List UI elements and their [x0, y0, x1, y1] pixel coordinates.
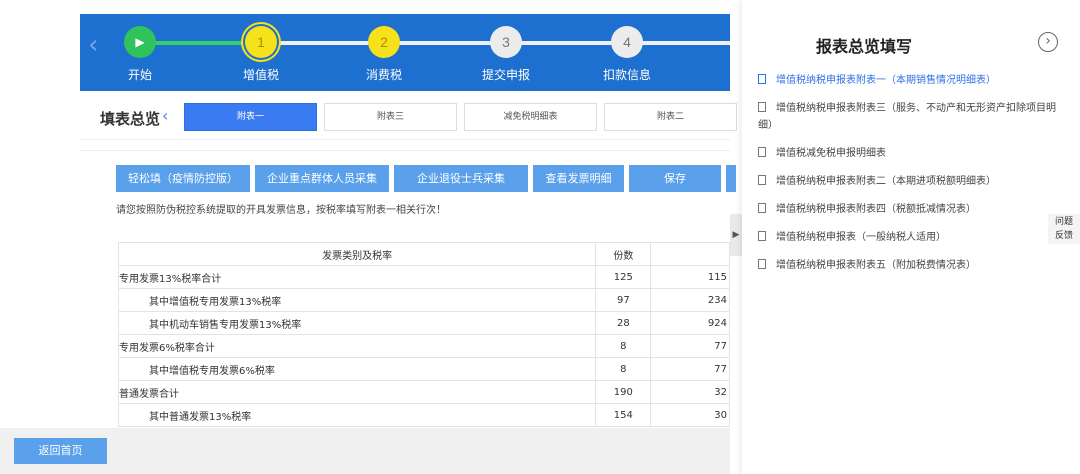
save-button[interactable]: 保存: [629, 165, 721, 192]
page-background: [0, 0, 80, 474]
form-list: 增值税纳税申报表附表一（本期销售情况明细表） 增值税纳税申报表附表三（服务、不动…: [758, 72, 1062, 285]
form-link-main-return[interactable]: 增值税纳税申报表（一般纳税人适用）: [758, 229, 1062, 246]
form-tabs-row: 填表总览 ‹ 附表一 附表三 减免税明细表 附表二: [80, 96, 737, 140]
table-row: 其中增值税专用发票13%税率 97 234: [117, 288, 730, 312]
document-icon: [758, 147, 766, 157]
row-count: 154: [595, 403, 652, 427]
row-count: 8: [595, 357, 652, 381]
drawer-toggle-handle[interactable]: ▶: [730, 214, 742, 256]
return-home-button[interactable]: 返回首页: [14, 438, 107, 464]
row-category: 普通发票合计: [117, 380, 597, 404]
step-submit[interactable]: 3 提交申报: [456, 26, 556, 83]
step-number: 2: [368, 26, 400, 58]
row-category: 其中增值税专用发票13%税率: [117, 288, 597, 312]
feedback-tab[interactable]: 问题 反馈: [1048, 214, 1080, 244]
form-link-tax-relief[interactable]: 增值税减免税申报明细表: [758, 145, 1062, 162]
step-label: 扣款信息: [602, 68, 651, 82]
tab-schedule-3[interactable]: 附表三: [324, 103, 457, 131]
table-row: 其中机动车销售专用发票13%税率 28 924: [117, 311, 730, 335]
veteran-collect-button[interactable]: 企业退役士兵采集: [394, 165, 528, 192]
table-row: 其中普通发票13%税率 154 30: [117, 403, 730, 427]
feedback-label-2: 反馈: [1054, 231, 1073, 241]
row-count: 125: [595, 265, 652, 289]
header-amount: [650, 242, 730, 266]
tabs-title: 填表总览: [100, 110, 161, 128]
table-row: 其中增值税专用发票6%税率 8 77: [117, 357, 730, 381]
step-number: 4: [611, 26, 643, 58]
tab-tax-relief-detail[interactable]: 减免税明细表: [464, 103, 597, 131]
row-amount: 234: [650, 288, 730, 312]
notice-text: 请您按照防伪税控系统提取的开具发票信息，按税率填写附表一相关行次！: [116, 205, 446, 216]
overview-drawer: 报表总览填写 › 增值税纳税申报表附表一（本期销售情况明细表） 增值税纳税申报表…: [742, 0, 1080, 474]
row-count: 28: [595, 311, 652, 335]
document-icon: [758, 259, 766, 269]
form-link-label: 增值税纳税申报表附表一（本期销售情况明细表）: [776, 75, 996, 86]
form-link-label: 增值税纳税申报表附表四（税额抵减情况表）: [776, 204, 976, 215]
document-icon: [758, 102, 766, 112]
document-icon: [758, 203, 766, 213]
step-label: 消费税: [365, 68, 402, 82]
step-number: 1: [245, 26, 277, 58]
step-vat[interactable]: 1 增值税: [211, 26, 311, 83]
row-count: 97: [595, 288, 652, 312]
row-amount: 115: [650, 265, 730, 289]
row-amount: 924: [650, 311, 730, 335]
bottom-bar: 返回首页: [0, 428, 730, 474]
view-invoice-detail-button[interactable]: 查看发票明细: [533, 165, 624, 192]
row-count: 8: [595, 334, 652, 358]
document-icon: [758, 231, 766, 241]
key-group-collect-button[interactable]: 企业重点群体人员采集: [255, 165, 389, 192]
form-link-label: 增值税纳税申报表附表二（本期进项税额明细表）: [776, 176, 996, 187]
form-link-label: 增值税纳税申报表（一般纳税人适用）: [776, 232, 946, 243]
feedback-label-1: 问题: [1054, 217, 1073, 227]
close-drawer-icon[interactable]: ›: [1038, 32, 1058, 52]
step-label: 增值税: [242, 68, 279, 82]
row-amount: 30: [650, 403, 730, 427]
form-link-schedule-5[interactable]: 增值税纳税申报表附表五（附加税费情况表）: [758, 257, 1062, 274]
progress-stepbar: ‹ ▶ 开始 1 增值税 2 消费税 3 提交申报 4 扣款信息: [80, 14, 730, 91]
row-amount: 77: [650, 334, 730, 358]
form-link-schedule-3[interactable]: 增值税纳税申报表附表三（服务、不动产和无形资产扣除项目明细）: [758, 100, 1062, 134]
step-label: 提交申报: [481, 68, 530, 82]
header-category: 发票类别及税率: [117, 242, 597, 266]
document-icon: [758, 74, 766, 84]
form-link-label: 增值税减免税申报明细表: [776, 148, 886, 159]
step-number: 3: [490, 26, 522, 58]
table-header-row: 发票类别及税率 份数: [117, 242, 730, 266]
drawer-title: 报表总览填写: [816, 37, 913, 56]
form-link-schedule-1[interactable]: 增值税纳税申报表附表一（本期销售情况明细表）: [758, 72, 1062, 89]
row-category: 其中增值税专用发票6%税率: [117, 357, 597, 381]
easy-fill-button[interactable]: 轻松填（疫情防控版）: [116, 165, 250, 192]
table-row: 普通发票合计 190 32: [117, 380, 730, 404]
play-icon: ▶: [124, 26, 156, 58]
form-content: 轻松填（疫情防控版） 企业重点群体人员采集 企业退役士兵采集 查看发票明细 保存…: [80, 150, 736, 430]
step-payment[interactable]: 4 扣款信息: [577, 26, 677, 83]
step-label: 开始: [127, 68, 152, 82]
table-row: 专用发票13%税率合计 125 115: [117, 265, 730, 289]
document-icon: [758, 175, 766, 185]
form-link-label: 增值税纳税申报表附表三（服务、不动产和无形资产扣除项目明细）: [758, 103, 1056, 131]
chevron-left-icon[interactable]: ‹: [162, 106, 168, 125]
row-category: 专用发票6%税率合计: [117, 334, 597, 358]
row-count: 190: [595, 380, 652, 404]
step-consumption-tax[interactable]: 2 消费税: [334, 26, 434, 83]
row-amount: 32: [650, 380, 730, 404]
form-link-label: 增值税纳税申报表附表五（附加税费情况表）: [776, 260, 976, 271]
table-row: 专用发票6%税率合计 8 77: [117, 334, 730, 358]
form-link-schedule-4[interactable]: 增值税纳税申报表附表四（税额抵减情况表）: [758, 201, 1062, 218]
row-category: 其中普通发票13%税率: [117, 403, 597, 427]
invoice-table: 发票类别及税率 份数 专用发票13%税率合计 125 115 其中增值税专用发票…: [117, 242, 730, 427]
row-amount: 77: [650, 357, 730, 381]
more-button[interactable]: [726, 165, 736, 192]
tab-schedule-1[interactable]: 附表一: [184, 103, 317, 131]
row-category: 专用发票13%税率合计: [117, 265, 597, 289]
header-count: 份数: [595, 242, 652, 266]
tab-schedule-2[interactable]: 附表二: [604, 103, 737, 131]
form-link-schedule-2[interactable]: 增值税纳税申报表附表二（本期进项税额明细表）: [758, 173, 1062, 190]
step-start[interactable]: ▶ 开始: [90, 26, 190, 83]
row-category: 其中机动车销售专用发票13%税率: [117, 311, 597, 335]
